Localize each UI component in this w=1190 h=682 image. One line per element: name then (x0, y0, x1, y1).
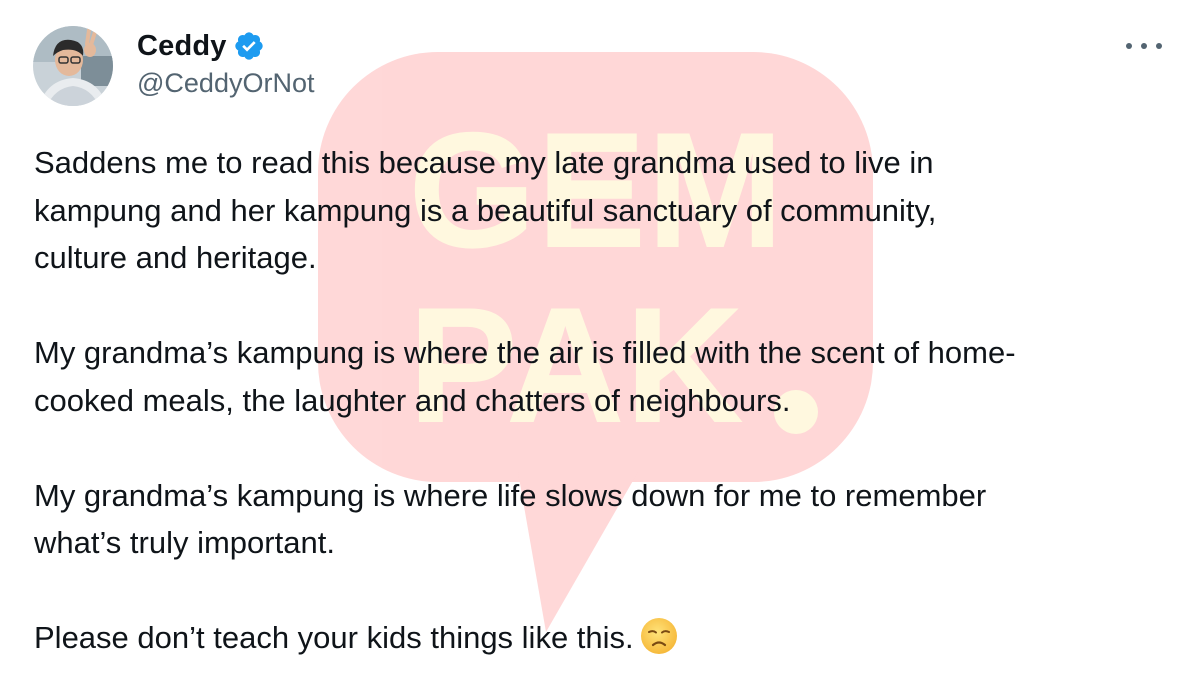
tweet-text: Saddens me to read this because my late … (34, 139, 1164, 662)
tweet-last-line: Please don’t teach your kids things like… (34, 620, 634, 655)
tweet-paragraph-4: Please don’t teach your kids things like… (34, 614, 1164, 662)
author-name-row[interactable]: Ceddy (137, 28, 265, 64)
tweet-paragraph-2: My grandma’s kampung is where the air is… (34, 335, 1016, 418)
author-display-name[interactable]: Ceddy (137, 30, 227, 63)
more-options-icon[interactable] (1126, 36, 1162, 56)
tweet-card: Ceddy @CeddyOrNot Saddens me to read thi… (0, 0, 1190, 682)
more-dot (1156, 43, 1162, 49)
more-dot (1141, 43, 1147, 49)
more-dot (1126, 43, 1132, 49)
avatar-image (33, 26, 113, 106)
disappointed-face-icon (640, 617, 678, 655)
author-handle[interactable]: @CeddyOrNot (137, 68, 314, 99)
avatar[interactable] (33, 26, 113, 106)
verified-badge-icon (233, 30, 265, 62)
tweet-paragraph-1: Saddens me to read this because my late … (34, 145, 937, 275)
tweet-paragraph-3: My grandma’s kampung is where life slows… (34, 477, 987, 561)
